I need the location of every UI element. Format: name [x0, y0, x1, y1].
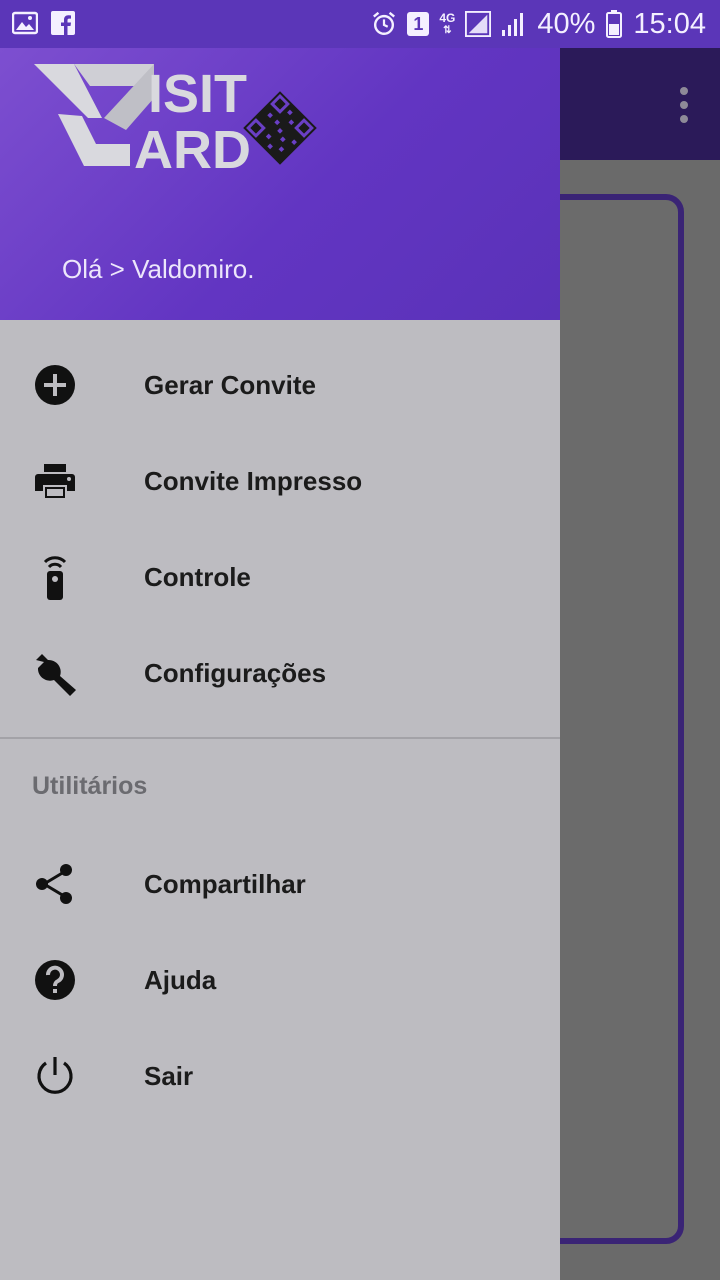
user-greeting: Olá > Valdomiro. [62, 254, 255, 284]
network-label: 4G [439, 10, 456, 25]
gallery-notification-icon [12, 10, 38, 36]
menu-item-gerar-convite[interactable]: Gerar Convite [0, 336, 560, 432]
facebook-notification-icon [50, 10, 76, 36]
share-icon [36, 864, 72, 904]
menu-item-controle[interactable]: Controle [0, 528, 560, 624]
printer-icon [35, 464, 75, 498]
battery-percent: 40% [537, 7, 596, 40]
menu-item-compartilhar[interactable]: Compartilhar [0, 835, 560, 931]
menu-item-label: Compartilhar [144, 869, 306, 899]
battery-icon [605, 10, 623, 38]
logo-text-top: ISIT [148, 64, 247, 124]
network-type: 4G ⇅ [439, 10, 456, 36]
menu-item-configuracoes[interactable]: Configurações [0, 624, 560, 720]
visitcard-logo: ISIT ARD [30, 58, 330, 180]
menu-item-sair[interactable]: Sair [0, 1027, 560, 1123]
menu-item-label: Sair [144, 1061, 194, 1091]
signal-sim1-icon [465, 11, 492, 37]
menu-item-label: Configurações [144, 658, 327, 688]
qr-code-icon [243, 91, 317, 165]
wrench-icon [36, 654, 76, 696]
menu-divider [0, 737, 560, 739]
drawer-header: ISIT ARD Olá > Valdomiro. [0, 48, 560, 320]
status-bar: 1 4G ⇅ 40% 15:04 [0, 0, 720, 48]
sim-badge: 1 [413, 13, 424, 34]
power-icon [37, 1057, 73, 1094]
menu-item-label: Convite Impresso [144, 466, 363, 496]
clock: 15:04 [633, 7, 706, 40]
alarm-icon [371, 11, 397, 37]
menu-item-label: Gerar Convite [144, 370, 316, 400]
menu-item-label: Ajuda [144, 965, 217, 995]
menu-item-convite-impresso[interactable]: Convite Impresso [0, 432, 560, 528]
menu-item-ajuda[interactable]: Ajuda [0, 931, 560, 1027]
signal-sim2-icon [501, 11, 527, 37]
navigation-drawer[interactable]: ISIT ARD Olá > Valdomiro. Gerar Convite … [0, 48, 560, 1280]
logo-text-bottom: ARD [134, 120, 251, 178]
help-icon [35, 960, 75, 1000]
overflow-menu-icon[interactable] [676, 86, 692, 124]
add-circle-icon [35, 365, 75, 405]
menu-item-label: Controle [144, 562, 251, 592]
sim-1-icon: 1 [407, 12, 430, 36]
utilities-menu: Compartilhar Ajuda Sair [0, 835, 560, 1123]
main-menu: Gerar Convite Convite Impresso Controle [0, 336, 560, 720]
section-title-utilitarios: Utilitários [32, 772, 148, 800]
remote-control-icon [43, 556, 67, 600]
